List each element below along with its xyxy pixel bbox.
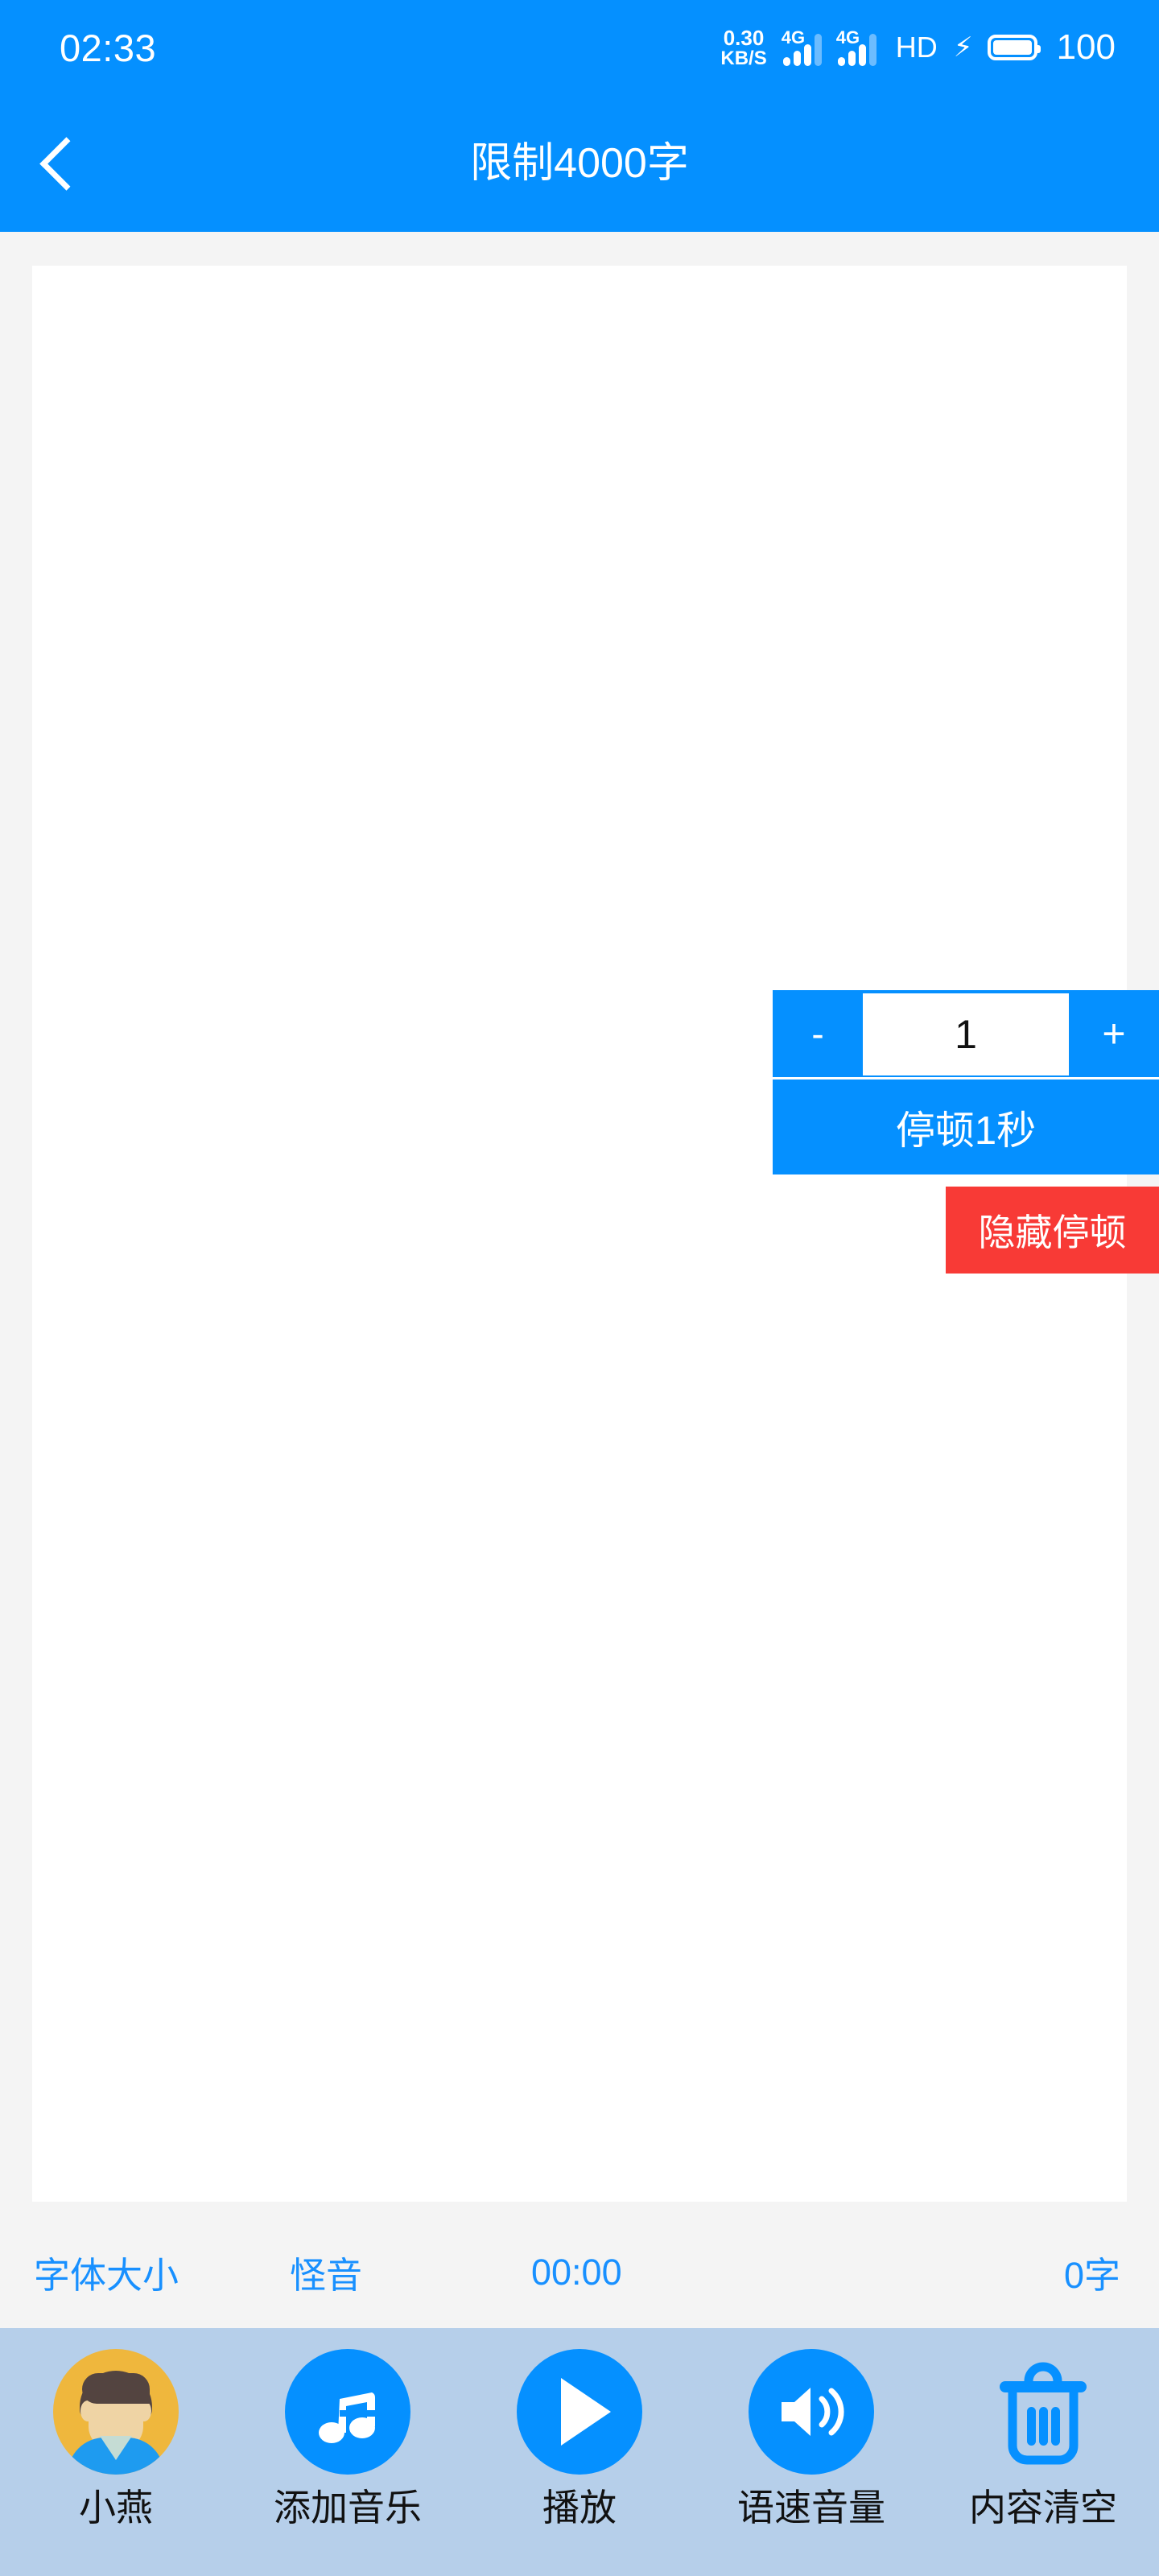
toolbar-item-clear-content[interactable]: 内容清空 xyxy=(934,2349,1152,2529)
pause-stepper: - 1 + xyxy=(773,990,1159,1077)
toolbar-label: 播放 xyxy=(542,2487,617,2529)
toolbar-item-voice-selector[interactable]: 小燕 xyxy=(7,2349,225,2529)
voice-effect-button[interactable]: 怪音 xyxy=(290,2246,362,2298)
music-note-icon xyxy=(285,2349,410,2475)
network-speed-unit: KB/S xyxy=(720,47,767,69)
toolbar-item-play[interactable]: 播放 xyxy=(471,2349,688,2529)
signal-1-label: 4G xyxy=(781,27,806,47)
toolbar-item-speed-volume[interactable]: 语速音量 xyxy=(703,2349,920,2529)
font-size-button[interactable]: 字体大小 xyxy=(34,2246,179,2298)
lightning-bolt-icon: ⚡ xyxy=(953,32,973,63)
signal-2-label: 4G xyxy=(835,27,860,47)
trash-icon xyxy=(980,2349,1106,2475)
pause-value-input[interactable]: 1 xyxy=(863,993,1069,1075)
hd-label: HD xyxy=(895,31,938,64)
insert-pause-button[interactable]: 停顿1秒 xyxy=(773,1077,1159,1174)
editor-status-row: 字体大小 怪音 00:00 0字 xyxy=(0,2218,1159,2326)
status-clock: 02:33 xyxy=(60,26,157,69)
character-count: 0字 xyxy=(1063,2255,1120,2296)
toolbar-label: 添加音乐 xyxy=(274,2487,422,2529)
toolbar-item-add-music[interactable]: 添加音乐 xyxy=(239,2349,456,2529)
battery-percent: 100 xyxy=(1056,27,1116,67)
speaker-volume-icon xyxy=(749,2349,874,2475)
status-bar: 02:33 0.30 KB/S 4G 4G HD ⚡ 100 xyxy=(0,0,1159,95)
pause-widget: - 1 + 停顿1秒 xyxy=(773,990,1159,1174)
hide-pause-button[interactable]: 隐藏停顿 xyxy=(946,1187,1159,1274)
play-icon xyxy=(517,2349,642,2475)
network-speed-indicator: 0.30 KB/S xyxy=(720,27,766,68)
signal-indicator-1: 4G xyxy=(782,29,822,66)
pause-increment-button[interactable]: + xyxy=(1069,990,1159,1077)
signal-indicator-2: 4G xyxy=(836,29,876,66)
network-speed-value: 0.30 xyxy=(723,25,765,50)
battery-icon xyxy=(987,35,1041,60)
status-indicators: 0.30 KB/S 4G 4G HD ⚡ 100 xyxy=(720,27,1116,68)
title-bar: 限制4000字 xyxy=(0,95,1159,232)
toolbar-label: 语速音量 xyxy=(737,2487,885,2529)
page-title: 限制4000字 xyxy=(470,140,689,187)
back-button[interactable] xyxy=(0,95,121,232)
back-chevron-icon xyxy=(39,136,93,191)
toolbar-label: 小燕 xyxy=(79,2487,153,2529)
user-avatar-icon xyxy=(53,2349,179,2475)
toolbar-label: 内容清空 xyxy=(969,2487,1117,2529)
battery-fill xyxy=(992,40,1032,55)
playback-timer: 00:00 xyxy=(531,2251,622,2293)
bottom-toolbar: 小燕 添加音乐 播放 语速音量 内容清空 xyxy=(0,2328,1159,2576)
pause-decrement-button[interactable]: - xyxy=(773,990,863,1077)
